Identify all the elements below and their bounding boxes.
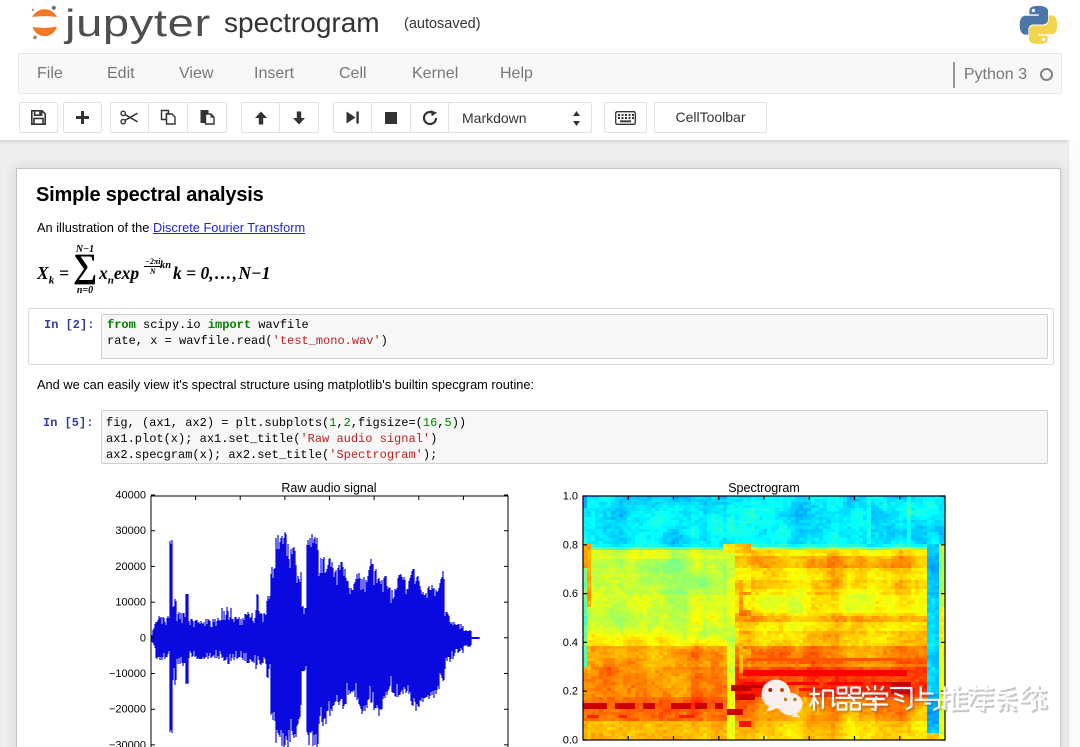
svg-text:10000: 10000 [115,597,146,609]
svg-text:Raw audio signal: Raw audio signal [281,481,376,495]
svg-text:0.4: 0.4 [563,637,578,649]
svg-text:0: 0 [140,632,146,644]
svg-text:20000: 20000 [115,561,146,573]
svg-text:−20000: −20000 [109,704,146,716]
svg-text:−10000: −10000 [109,668,146,680]
svg-text:1.0: 1.0 [563,491,578,503]
svg-text:0.0: 0.0 [563,735,578,747]
svg-text:0.8: 0.8 [563,539,578,551]
svg-text:30000: 30000 [115,525,146,537]
svg-text:0.2: 0.2 [563,686,578,698]
svg-text:40000: 40000 [115,490,146,502]
svg-text:0.6: 0.6 [563,588,578,600]
svg-text:Spectrogram: Spectrogram [728,481,800,495]
svg-text:−30000: −30000 [109,739,146,747]
